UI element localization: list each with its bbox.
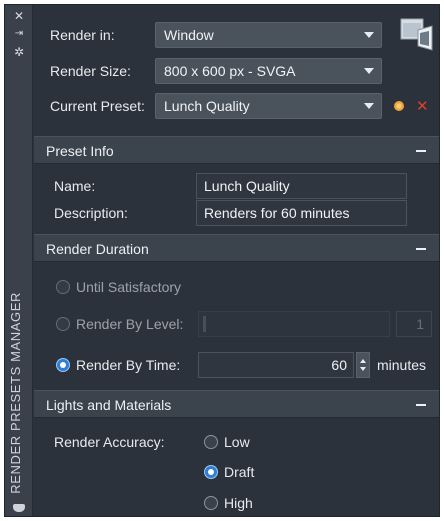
- accuracy-draft-row: Draft: [34, 459, 439, 487]
- description-row: Description: Renders for 60 minutes: [34, 200, 439, 228]
- until-satisfactory-radio[interactable]: [56, 280, 70, 294]
- accuracy-high-row: High: [34, 490, 439, 518]
- time-unit-label: minutes: [377, 357, 427, 373]
- render-in-row: Render in: Window: [34, 18, 439, 51]
- panel-menu-icon[interactable]: [13, 504, 25, 512]
- description-label: Description:: [54, 205, 128, 221]
- collapse-icon[interactable]: [416, 404, 426, 406]
- current-preset-label: Current Preset:: [50, 98, 145, 114]
- level-slider-thumb[interactable]: [203, 316, 206, 332]
- render-duration-header[interactable]: Render Duration: [34, 234, 439, 262]
- level-field[interactable]: 1: [396, 311, 432, 337]
- current-preset-row: Current Preset: Lunch Quality ✕: [34, 93, 439, 121]
- render-size-row: Render Size: 800 x 600 px - SVGA: [34, 58, 439, 86]
- render-size-dropdown[interactable]: 800 x 600 px - SVGA: [155, 58, 382, 84]
- time-field[interactable]: 60: [198, 352, 354, 378]
- panel-title-strip: ✕ ⇥ ✲ RENDER PRESETS MANAGER: [5, 5, 33, 516]
- star-icon[interactable]: [392, 99, 406, 113]
- accuracy-high-radio[interactable]: [204, 496, 218, 510]
- name-row: Name: Lunch Quality: [34, 173, 439, 201]
- render-in-dropdown[interactable]: Window: [155, 22, 382, 48]
- collapse-icon[interactable]: [416, 150, 426, 152]
- preset-info-header[interactable]: Preset Info: [34, 136, 439, 164]
- lights-materials-title: Lights and Materials: [46, 397, 172, 413]
- accuracy-high-label: High: [224, 495, 253, 511]
- panel-vertical-title: RENDER PRESETS MANAGER: [8, 292, 23, 494]
- render-size-value: 800 x 600 px - SVGA: [164, 63, 296, 79]
- delete-icon[interactable]: ✕: [416, 97, 429, 115]
- close-icon[interactable]: ✕: [5, 9, 33, 23]
- lights-materials-header[interactable]: Lights and Materials: [34, 390, 439, 418]
- render-duration-title: Render Duration: [46, 241, 149, 257]
- render-by-level-label: Render By Level:: [76, 316, 184, 332]
- properties-icon[interactable]: ✲: [5, 45, 33, 59]
- render-accuracy-label: Render Accuracy:: [54, 434, 165, 450]
- preset-info-title: Preset Info: [46, 143, 114, 159]
- name-label: Name:: [54, 178, 96, 194]
- current-preset-dropdown[interactable]: Lunch Quality: [155, 93, 382, 119]
- chevron-down-icon: [364, 32, 374, 38]
- render-in-label: Render in:: [50, 27, 115, 43]
- auto-hide-icon[interactable]: ⇥: [5, 27, 33, 41]
- current-preset-value: Lunch Quality: [164, 98, 250, 114]
- render-by-level-row: Render By Level: 1: [34, 311, 439, 339]
- render-by-time-radio[interactable]: [56, 358, 70, 372]
- render-in-value: Window: [164, 27, 214, 43]
- until-satisfactory-row: Until Satisfactory: [34, 274, 439, 302]
- chevron-down-icon: [364, 103, 374, 109]
- panel-content: Render in: Window Render Size: 800 x 600…: [34, 5, 439, 516]
- until-satisfactory-label: Until Satisfactory: [76, 279, 182, 295]
- render-presets-panel: ✕ ⇥ ✲ RENDER PRESETS MANAGER Render in: …: [4, 4, 440, 517]
- render-by-level-radio[interactable]: [56, 317, 70, 331]
- render-by-time-row: Render By Time: 60 minutes: [34, 352, 439, 380]
- time-spinner[interactable]: [356, 352, 370, 378]
- accuracy-low-row: Render Accuracy: Low: [34, 429, 439, 457]
- collapse-icon[interactable]: [416, 248, 426, 250]
- render-window-icon[interactable]: [396, 16, 436, 54]
- accuracy-low-radio[interactable]: [204, 435, 218, 449]
- accuracy-draft-radio[interactable]: [204, 465, 218, 479]
- chevron-down-icon: [364, 68, 374, 74]
- render-size-label: Render Size:: [50, 63, 131, 79]
- accuracy-draft-label: Draft: [224, 464, 255, 480]
- render-by-time-label: Render By Time:: [76, 357, 181, 373]
- description-field[interactable]: Renders for 60 minutes: [196, 200, 407, 226]
- accuracy-low-label: Low: [224, 434, 250, 450]
- level-slider[interactable]: [198, 311, 390, 337]
- name-field[interactable]: Lunch Quality: [196, 173, 407, 199]
